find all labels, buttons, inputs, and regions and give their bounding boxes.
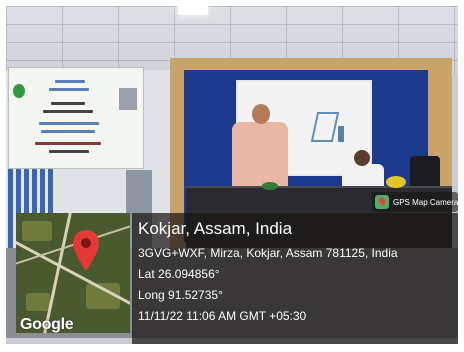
program-banner <box>8 67 144 169</box>
banner-logo <box>13 84 25 98</box>
gps-camera-label: GPS Map Camera <box>393 198 459 207</box>
banner-text-line <box>39 122 99 125</box>
location-pin-icon <box>73 230 99 271</box>
banner-portrait <box>119 88 137 110</box>
banner-text-line <box>35 142 101 145</box>
speaker <box>232 122 288 192</box>
banner-text-line <box>49 150 89 153</box>
speaker-head <box>252 104 270 124</box>
table-plant <box>262 182 278 190</box>
map-field <box>22 221 52 241</box>
location-map <box>16 213 130 333</box>
place-name: Kokjar, Assam, India <box>138 219 293 238</box>
ceiling-light <box>178 4 208 15</box>
address-line: 3GVG+WXF, Mirza, Kokjar, Assam 781125, I… <box>138 246 398 260</box>
map-provider-logo: Google <box>20 316 74 333</box>
banner-text-line <box>51 102 85 105</box>
longitude: Long 91.52735° <box>138 288 223 302</box>
timestamp: 11/11/22 11:06 AM GMT +05:30 <box>138 309 307 323</box>
banner-text-line <box>49 88 89 91</box>
slide-graphic <box>338 126 344 142</box>
map-field <box>26 293 50 311</box>
seated-guest-head <box>354 150 370 166</box>
banner-text-line <box>41 130 95 133</box>
flower-bouquet <box>386 176 406 188</box>
slide-graphic <box>310 112 340 142</box>
banner-text-line <box>55 80 85 83</box>
latitude: Lat 26.094856° <box>138 267 220 281</box>
banner-text-line <box>43 110 93 113</box>
